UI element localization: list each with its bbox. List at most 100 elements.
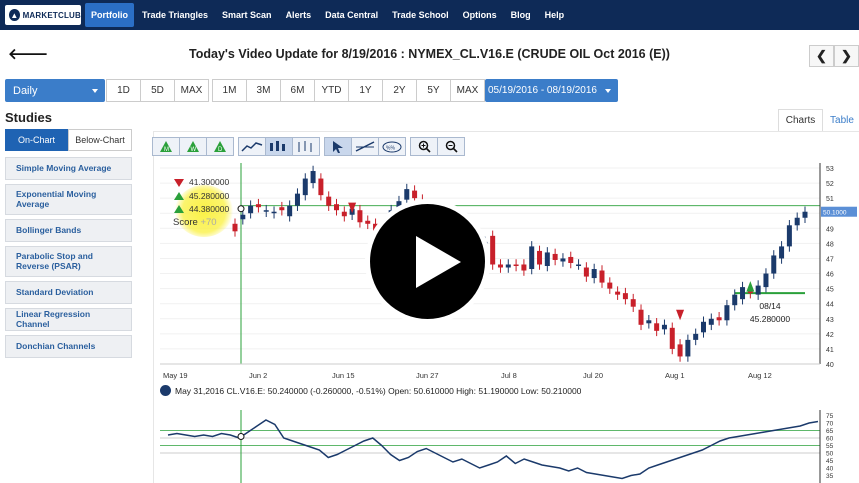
green-triangle-price-1: 45.280000 — [189, 190, 230, 201]
x-tick-label: Jun 2 — [249, 371, 267, 380]
fibonacci-icon[interactable]: %% — [378, 137, 406, 156]
candle-body — [599, 270, 605, 283]
zoom-in-icon[interactable] — [410, 137, 438, 156]
nav-options[interactable]: Options — [457, 3, 503, 27]
date-range-select[interactable]: 05/19/2016 - 08/19/2016 — [485, 79, 618, 102]
candle-body — [786, 225, 792, 247]
range-group-b: 1M 3M 6M YTD 1Y 2Y 5Y MAX — [212, 79, 485, 102]
tab-table[interactable]: Table — [823, 109, 859, 131]
app-root: ▲ MARKETCLUB Portfolio Trade Triangles S… — [0, 0, 859, 483]
prev-button[interactable]: ❮ — [809, 45, 834, 67]
candle-body — [248, 205, 254, 214]
weekly-triangle-icon[interactable]: W — [179, 137, 207, 156]
candlestick-chart-icon[interactable] — [265, 137, 293, 156]
candle-body — [661, 324, 667, 330]
y-tick-label: 42 — [826, 332, 834, 339]
candle-body — [294, 193, 300, 206]
logo[interactable]: ▲ MARKETCLUB — [5, 5, 81, 25]
ohlc-bars-icon[interactable] — [292, 137, 320, 156]
study-psar[interactable]: Parabolic Stop and Reverse (PSAR) — [5, 246, 132, 277]
candle-body — [693, 333, 699, 340]
tab-charts[interactable]: Charts — [778, 109, 823, 131]
interval-select[interactable]: Daily — [5, 79, 105, 102]
candle-body — [310, 171, 316, 184]
candle-body — [646, 320, 652, 324]
tab-on-chart[interactable]: On-Chart — [5, 129, 68, 151]
candle-body — [615, 291, 621, 295]
range-max2-button[interactable]: MAX — [450, 79, 485, 102]
range-max-button[interactable]: MAX — [174, 79, 209, 102]
tab-below-chart[interactable]: Below-Chart — [68, 129, 132, 151]
candle-body — [607, 282, 613, 289]
range-1d-button[interactable]: 1D — [106, 79, 141, 102]
y-tick-label: 40 — [826, 362, 834, 369]
y-tick-label: 44 — [826, 302, 834, 309]
study-donchian-channels[interactable]: Donchian Channels — [5, 335, 132, 358]
candle-body — [771, 255, 777, 274]
quote-readout: May 31,2016 CL.V16.E: 50.240000 (-0.2600… — [160, 385, 581, 396]
crosshair-marker — [237, 205, 245, 213]
nav-portfolio[interactable]: Portfolio — [85, 3, 134, 27]
study-linear-regression-channel[interactable]: Linear Regression Channel — [5, 308, 132, 331]
nav-help[interactable]: Help — [539, 3, 571, 27]
video-play-button[interactable] — [365, 199, 490, 324]
y-tick-label: 45 — [826, 458, 834, 465]
range-2y-button[interactable]: 2Y — [382, 79, 417, 102]
y-tick-label: 50 — [826, 451, 834, 458]
range-ytd-button[interactable]: YTD — [314, 79, 349, 102]
range-6m-button[interactable]: 6M — [280, 79, 315, 102]
crosshair-marker — [237, 433, 245, 440]
nav-trade-triangles[interactable]: Trade Triangles — [136, 3, 214, 27]
study-standard-deviation[interactable]: Standard Deviation — [5, 281, 132, 304]
page-title: Today's Video Update for 8/19/2016 : NYM… — [189, 47, 670, 61]
candle-body — [271, 211, 277, 214]
zoom-tools — [410, 137, 465, 156]
candle-body — [279, 207, 285, 211]
candle-body — [521, 264, 527, 271]
zoom-out-icon[interactable] — [437, 137, 465, 156]
chart-type-tools — [238, 137, 320, 156]
green-triangle-price-2: 44.380000 — [189, 204, 230, 214]
x-tick-label: Jun 27 — [416, 371, 439, 380]
range-1m-button[interactable]: 1M — [212, 79, 247, 102]
study-simple-moving-average[interactable]: Simple Moving Average — [5, 157, 132, 180]
study-bollinger-bands[interactable]: Bollinger Bands — [5, 219, 132, 242]
line-chart-icon[interactable] — [238, 137, 266, 156]
range-5y-button[interactable]: 5Y — [416, 79, 451, 102]
y-tick-label: 43 — [826, 317, 834, 324]
candle-body — [591, 269, 597, 279]
svg-text:W: W — [191, 147, 197, 153]
trendline-icon[interactable] — [351, 137, 379, 156]
candle-body — [505, 264, 511, 268]
candle-body — [779, 246, 785, 259]
candle-body — [700, 321, 706, 333]
pager: ❮ ❯ — [809, 45, 859, 67]
up-triangle-icon — [174, 205, 184, 213]
pointer-icon[interactable] — [324, 137, 352, 156]
nav-data-central[interactable]: Data Central — [319, 3, 384, 27]
nav-blog[interactable]: Blog — [505, 3, 537, 27]
logo-text: MARKETCLUB — [22, 10, 81, 20]
price-chart[interactable]: 5352515049484746454443424140May 19Jun 2J… — [160, 163, 859, 385]
range-5d-button[interactable]: 5D — [140, 79, 175, 102]
candle-body — [357, 210, 363, 223]
monthly-triangle-icon[interactable]: M — [152, 137, 180, 156]
indicator-chart[interactable]: 757065605550454035 — [160, 410, 859, 483]
y-tick-label: 47 — [826, 256, 834, 263]
candle-body — [287, 205, 293, 217]
nav-trade-school[interactable]: Trade School — [386, 3, 455, 27]
nav-alerts[interactable]: Alerts — [280, 3, 318, 27]
next-button[interactable]: ❯ — [834, 45, 859, 67]
down-triangle-icon — [174, 179, 184, 187]
y-tick-label: 41 — [826, 347, 834, 354]
score-value: +70 — [200, 217, 217, 228]
range-3m-button[interactable]: 3M — [246, 79, 281, 102]
candle-body — [318, 178, 324, 196]
nav-smart-scan[interactable]: Smart Scan — [216, 3, 278, 27]
daily-triangle-icon[interactable]: D — [206, 137, 234, 156]
range-1y-button[interactable]: 1Y — [348, 79, 383, 102]
studies-tabs: On-Chart Below-Chart — [5, 129, 132, 151]
study-exponential-moving-average[interactable]: Exponential Moving Average — [5, 184, 132, 215]
indicator-toggle-icon[interactable] — [160, 385, 171, 396]
svg-text:M: M — [164, 147, 169, 153]
